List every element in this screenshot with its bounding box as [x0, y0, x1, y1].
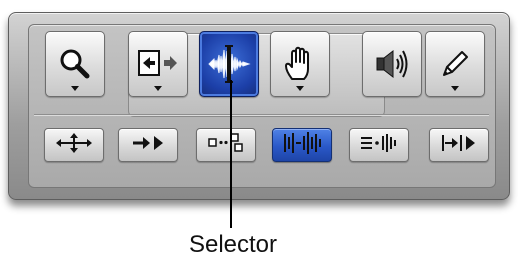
grabber-menu-arrow-icon[interactable]	[296, 86, 304, 91]
link-track-edit-button[interactable]	[272, 128, 332, 162]
insertion-follows-playback-button[interactable]	[429, 128, 489, 162]
speaker-icon	[373, 47, 411, 81]
link-squares-icon	[206, 132, 246, 159]
pencil-menu-arrow-icon[interactable]	[451, 86, 459, 91]
trim-menu-arrow-icon[interactable]	[154, 86, 162, 91]
scrubber-tool-button[interactable]	[362, 31, 422, 97]
selector-tool-button[interactable]	[199, 31, 259, 97]
waveform-selector-icon	[206, 41, 252, 87]
trim-tool-button[interactable]	[128, 31, 188, 97]
trim-bracket-icon	[136, 47, 180, 81]
hand-icon	[283, 45, 317, 83]
pencil-tool-button[interactable]	[425, 31, 485, 97]
row-divider	[34, 114, 489, 115]
zoomer-menu-arrow-icon[interactable]	[71, 86, 79, 91]
expand-arrows-icon	[54, 132, 94, 159]
linked-waveform-icon	[281, 131, 323, 160]
zoom-toggle-button[interactable]	[44, 128, 104, 162]
lines-to-bars-icon	[358, 132, 400, 159]
magnifier-icon	[58, 47, 92, 81]
arrow-to-play-icon	[130, 133, 166, 158]
callout-pointer-line	[230, 80, 232, 228]
tab-to-transient-button[interactable]	[118, 128, 178, 162]
grabber-tool-button[interactable]	[270, 31, 330, 97]
link-timeline-edit-button[interactable]	[196, 128, 256, 162]
mirror-midi-editing-button[interactable]	[349, 128, 409, 162]
callout-label: Selector	[188, 231, 278, 258]
pencil-icon	[438, 47, 472, 81]
bracket-play-icon	[439, 132, 479, 159]
zoomer-tool-button[interactable]	[45, 31, 105, 97]
